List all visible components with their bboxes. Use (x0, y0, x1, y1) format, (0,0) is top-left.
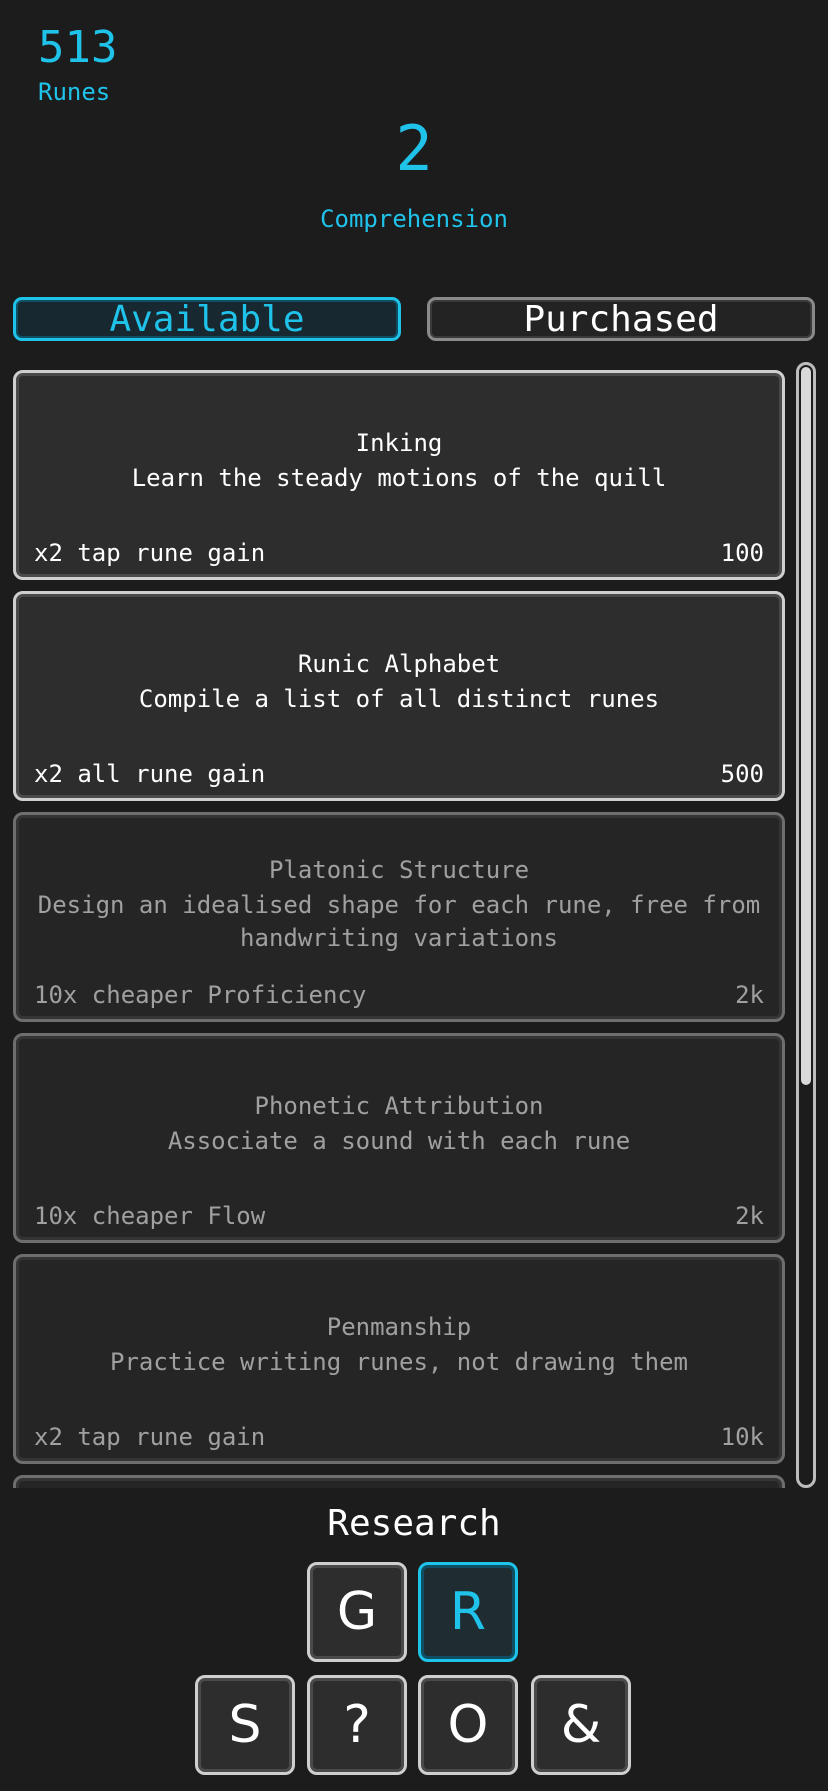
upgrade-cost: 100 (720, 539, 764, 567)
nav-research-button[interactable]: R (418, 1562, 518, 1662)
upgrade-cost: 2k (735, 981, 764, 1009)
tab-purchased[interactable]: Purchased (427, 297, 815, 341)
upgrade-title: Penmanship (326, 1313, 472, 1341)
section-label: Research (327, 1503, 501, 1544)
upgrade-effect: 10x cheaper Proficiency (34, 981, 367, 1009)
upgrade-effect: 10x cheaper Flow (34, 1202, 266, 1230)
comprehension-count: 2 (395, 112, 433, 185)
upgrade-title: Phonetic Attribution (254, 1092, 544, 1120)
nav-help-button[interactable]: ? (307, 1675, 407, 1775)
nav-o-button[interactable]: O (418, 1675, 518, 1775)
scrollbar-thumb[interactable] (801, 367, 811, 1085)
upgrade-cost: 10k (720, 1423, 764, 1451)
upgrade-title: Inking (355, 429, 443, 457)
upgrade-cost: 2k (735, 1202, 764, 1230)
list-scrollbar[interactable] (796, 362, 816, 1488)
upgrade-card-platonic-structure[interactable]: Platonic Structure Design an idealised s… (13, 812, 785, 1022)
tab-available[interactable]: Available (13, 297, 401, 341)
upgrade-cost: 500 (720, 760, 764, 788)
upgrade-effect: x2 tap rune gain (34, 539, 266, 567)
upgrade-title: Platonic Structure (268, 856, 530, 884)
runes-count: 513 (38, 22, 118, 73)
upgrade-description: Associate a sound with each rune (167, 1127, 631, 1155)
upgrade-card-runic-alphabet[interactable]: Runic Alphabet Compile a list of all dis… (13, 591, 785, 801)
nav-amp-button[interactable]: & (531, 1675, 631, 1775)
comprehension-label: Comprehension (320, 205, 508, 233)
nav-s-button[interactable]: S (195, 1675, 295, 1775)
upgrade-card-penmanship[interactable]: Penmanship Practice writing runes, not d… (13, 1254, 785, 1464)
runes-label: Runes (38, 78, 111, 106)
upgrade-description: Learn the steady motions of the quill (131, 464, 667, 492)
upgrade-list: Inking Learn the steady motions of the q… (13, 370, 785, 1488)
upgrade-card-partial[interactable] (13, 1475, 785, 1488)
upgrade-description: Compile a list of all distinct runes (138, 685, 660, 713)
upgrade-description: Practice writing runes, not drawing them (110, 1348, 688, 1376)
upgrade-effect: x2 all rune gain (34, 760, 266, 788)
nav-g-button[interactable]: G (307, 1562, 407, 1662)
upgrade-effect: x2 tap rune gain (34, 1423, 266, 1451)
upgrade-description: Design an idealised shape for each rune,… (37, 891, 761, 952)
upgrade-card-inking[interactable]: Inking Learn the steady motions of the q… (13, 370, 785, 580)
upgrade-card-phonetic-attribution[interactable]: Phonetic Attribution Associate a sound w… (13, 1033, 785, 1243)
upgrade-title: Runic Alphabet (297, 650, 501, 678)
